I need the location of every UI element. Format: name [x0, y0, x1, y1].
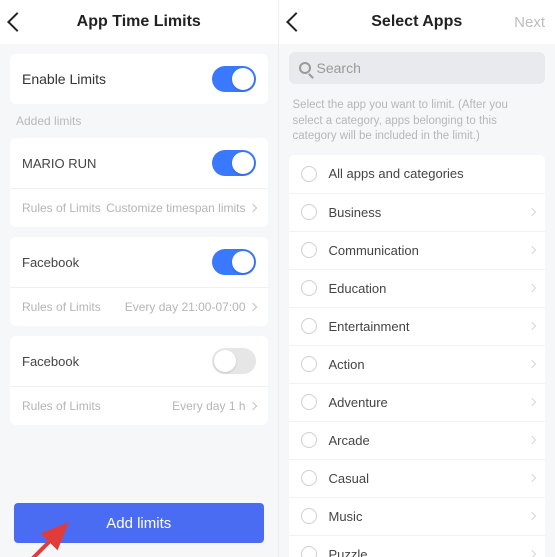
category-label: Adventure: [329, 395, 388, 410]
chevron-left-icon: [286, 12, 306, 32]
chevron-right-icon: [528, 474, 536, 482]
rule-value: Every day 21:00-07:00: [125, 300, 256, 314]
category-label: Business: [329, 205, 382, 220]
category-item[interactable]: Action: [289, 345, 546, 383]
limit-header-row: MARIO RUN: [10, 138, 268, 188]
chevron-right-icon: [248, 402, 256, 410]
category-label: Communication: [329, 243, 419, 258]
limit-header-row: Facebook: [10, 336, 268, 386]
category-list: All apps and categories Business Communica…: [289, 155, 546, 557]
category-item[interactable]: Arcade: [289, 421, 546, 459]
content: Enable Limits Added limits MARIO RUN Rule…: [0, 44, 278, 557]
radio-icon: [301, 432, 317, 448]
chevron-right-icon: [248, 204, 256, 212]
category-label: Arcade: [329, 433, 370, 448]
category-label: Education: [329, 281, 387, 296]
rules-of-limits-label: Rules of Limits: [22, 201, 101, 215]
category-label: Puzzle: [329, 547, 368, 557]
back-button[interactable]: [289, 15, 329, 29]
chevron-right-icon: [528, 436, 536, 444]
category-item[interactable]: Entertainment: [289, 307, 546, 345]
limit-toggle[interactable]: [212, 249, 256, 275]
toggle-knob: [232, 68, 254, 90]
limit-rule-row[interactable]: Rules of Limits Customize timespan limits: [10, 188, 268, 227]
add-limits-label: Add limits: [106, 515, 171, 532]
radio-icon: [301, 470, 317, 486]
app-time-limits-screen: App Time Limits Enable Limits Added limi…: [0, 0, 278, 557]
rules-of-limits-label: Rules of Limits: [22, 399, 101, 413]
chevron-left-icon: [7, 12, 27, 32]
category-item[interactable]: Puzzle: [289, 535, 546, 557]
chevron-right-icon: [248, 303, 256, 311]
category-item[interactable]: Music: [289, 497, 546, 535]
radio-icon: [301, 394, 317, 410]
category-item[interactable]: Education: [289, 269, 546, 307]
limit-app-name: Facebook: [22, 354, 79, 369]
category-label: Action: [329, 357, 365, 372]
enable-limits-card: Enable Limits: [10, 54, 268, 104]
enable-limits-row: Enable Limits: [10, 54, 268, 104]
category-item[interactable]: Adventure: [289, 383, 546, 421]
select-apps-screen: Select Apps Next Search Select the app y…: [278, 0, 555, 557]
toggle-knob: [214, 350, 236, 372]
limit-rule-row[interactable]: Rules of Limits Every day 21:00-07:00: [10, 287, 268, 326]
category-label: All apps and categories: [329, 166, 464, 181]
hint-text: Select the app you want to limit. (After…: [279, 92, 555, 149]
rule-value: Customize timespan limits: [106, 201, 255, 215]
enable-limits-label: Enable Limits: [22, 71, 106, 87]
radio-icon: [301, 204, 317, 220]
rules-of-limits-label: Rules of Limits: [22, 300, 101, 314]
limit-card: Facebook Rules of Limits Every day 21:00-0…: [10, 237, 268, 326]
limit-toggle[interactable]: [212, 348, 256, 374]
next-label: Next: [514, 14, 545, 31]
radio-icon: [301, 508, 317, 524]
rule-value: Every day 1 h: [172, 399, 255, 413]
enable-limits-toggle[interactable]: [212, 66, 256, 92]
limit-card: MARIO RUN Rules of Limits Customize timesp…: [10, 138, 268, 227]
chevron-right-icon: [528, 322, 536, 330]
search-input[interactable]: Search: [289, 52, 546, 84]
content: Search Select the app you want to limit.…: [279, 44, 555, 557]
search-icon: [299, 62, 311, 74]
search-placeholder: Search: [317, 60, 361, 76]
radio-icon: [301, 356, 317, 372]
limit-rule-row[interactable]: Rules of Limits Every day 1 h: [10, 386, 268, 425]
radio-icon: [301, 166, 317, 182]
limit-app-name: Facebook: [22, 255, 79, 270]
radio-icon: [301, 242, 317, 258]
chevron-right-icon: [528, 284, 536, 292]
radio-icon: [301, 318, 317, 334]
navbar: Select Apps Next: [279, 0, 555, 44]
category-item[interactable]: Business: [289, 193, 546, 231]
navbar: App Time Limits: [0, 0, 278, 44]
toggle-knob: [232, 152, 254, 174]
back-button[interactable]: [10, 15, 50, 29]
limit-toggle[interactable]: [212, 150, 256, 176]
add-limits-button[interactable]: Add limits: [14, 503, 264, 543]
category-label: Casual: [329, 471, 369, 486]
category-item[interactable]: Casual: [289, 459, 546, 497]
category-item[interactable]: Communication: [289, 231, 546, 269]
added-limits-label: Added limits: [16, 114, 278, 128]
next-button[interactable]: Next: [505, 14, 545, 31]
radio-icon: [301, 280, 317, 296]
chevron-right-icon: [528, 246, 536, 254]
category-item[interactable]: All apps and categories: [289, 155, 546, 193]
chevron-right-icon: [528, 360, 536, 368]
category-label: Entertainment: [329, 319, 410, 334]
chevron-right-icon: [528, 398, 536, 406]
radio-icon: [301, 546, 317, 557]
limit-app-name: MARIO RUN: [22, 156, 96, 171]
limit-header-row: Facebook: [10, 237, 268, 287]
chevron-right-icon: [528, 550, 536, 557]
toggle-knob: [232, 251, 254, 273]
chevron-right-icon: [528, 208, 536, 216]
chevron-right-icon: [528, 512, 536, 520]
category-label: Music: [329, 509, 363, 524]
limit-card: Facebook Rules of Limits Every day 1 h: [10, 336, 268, 425]
